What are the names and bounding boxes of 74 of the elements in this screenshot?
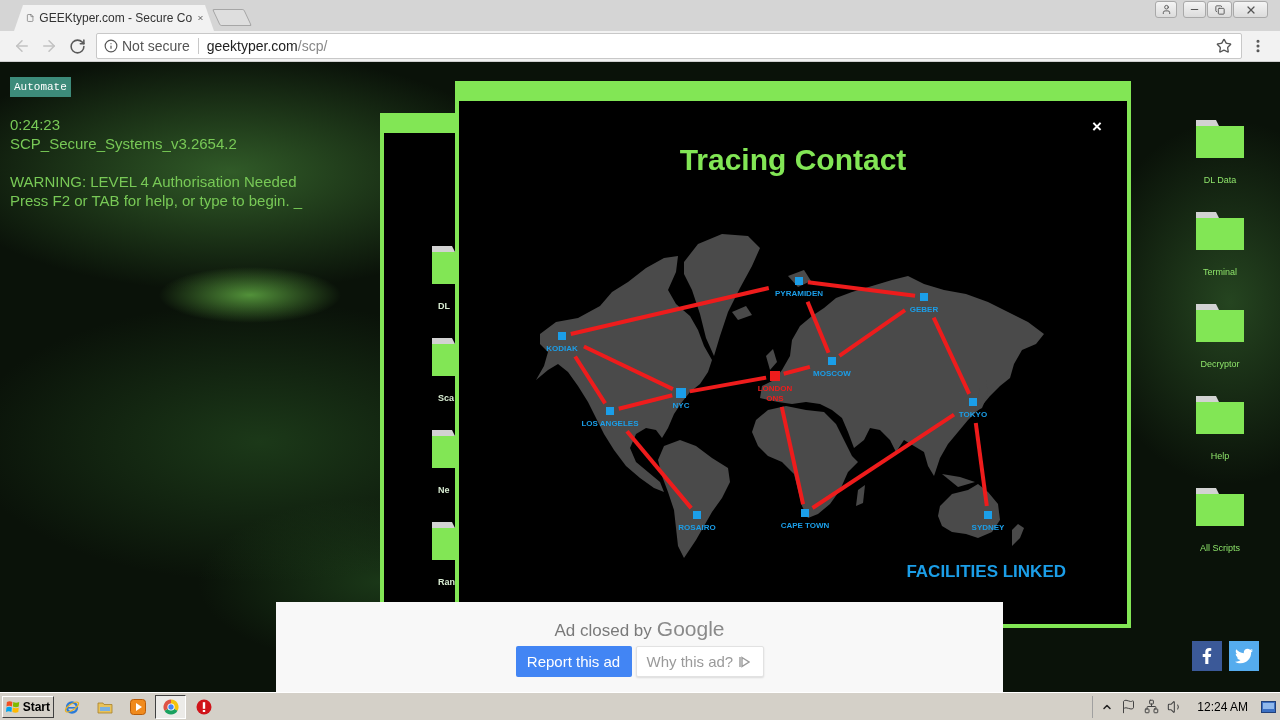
status-text: FACILITIES LINKED: [906, 562, 1066, 582]
folder-label: DL Data: [1203, 174, 1237, 186]
island-drawing: [856, 485, 865, 506]
folder-label: Sca: [438, 392, 454, 404]
info-icon[interactable]: [104, 39, 118, 53]
start-button[interactable]: Start: [2, 695, 54, 718]
connection-line: [805, 301, 831, 354]
user-icon: [1160, 4, 1172, 15]
orbit-logo-icon: [63, 698, 80, 715]
restore-icon: [1214, 4, 1225, 15]
browser-tab[interactable]: GEEKtyper.com - Secure Co: [14, 5, 214, 31]
island-drawing: [732, 306, 752, 320]
folder-label: Terminal: [1203, 266, 1237, 278]
star-icon[interactable]: [1216, 38, 1232, 54]
report-ad-button[interactable]: Report this ad: [515, 646, 632, 677]
console-line: Press F2 or TAB for help, or type to begin. _: [10, 191, 303, 210]
console-line: WARNING: LEVEL 4 Authorisation Needed: [10, 172, 297, 191]
security-label: Not secure: [122, 38, 190, 54]
brand-wordmark: Google: [656, 617, 725, 641]
flag-logo-icon: [6, 699, 20, 714]
connection-line: [618, 393, 673, 411]
city-label: LONDON: [757, 384, 793, 393]
flag-icon[interactable]: [1121, 699, 1137, 714]
city-label: SYDNEY: [971, 523, 1005, 532]
restore-button[interactable]: [1207, 1, 1232, 18]
island-drawing: [1012, 524, 1024, 546]
close-window-button[interactable]: [1233, 1, 1268, 18]
share-button[interactable]: [1192, 641, 1222, 671]
folder-icon[interactable]: [1196, 120, 1244, 158]
city-label: PYRAMIDEN: [775, 289, 823, 298]
island-drawing: [766, 349, 777, 370]
folder-label: Decryptor: [1200, 358, 1240, 370]
profile-button[interactable]: [1155, 1, 1177, 18]
city-label: CAPE TOWN: [780, 521, 830, 530]
clock-text: 12:24 AM: [1197, 699, 1248, 714]
city-label: TOKYO: [958, 410, 988, 419]
network-icon[interactable]: [1144, 699, 1160, 714]
circle-logo-icon: [162, 698, 179, 715]
ad-closed-text: Ad closed by: [554, 621, 652, 641]
folder-label: Help: [1210, 450, 1230, 462]
folder-icon[interactable]: [1196, 396, 1244, 434]
city-label: ROSAIRO: [678, 523, 716, 532]
console-line: SCP_Secure_Systems_v3.2654.2: [10, 134, 237, 153]
alert-icon: [195, 698, 212, 715]
address-field[interactable]: Not secure geektyper.com/scp/: [96, 33, 1242, 59]
folder-label: DL: [438, 300, 450, 312]
folder-icon[interactable]: [1196, 488, 1244, 526]
island-drawing: [942, 474, 975, 487]
city-label: MOSCOW: [813, 369, 851, 378]
close-button[interactable]: ×: [1092, 118, 1102, 136]
close-icon[interactable]: [197, 13, 204, 23]
city-label: GEBER: [909, 305, 939, 314]
city-label: ONS: [766, 394, 784, 403]
connection-line: [838, 308, 907, 358]
folder-label: Ran: [438, 576, 455, 588]
city-label: NYC: [672, 401, 690, 410]
desktop-icon[interactable]: [1261, 700, 1276, 713]
folder-label: Ne: [438, 484, 450, 496]
connection-line: [783, 364, 811, 376]
play-outline-icon: [739, 655, 751, 668]
play-icon: [129, 698, 146, 715]
page-icon: [26, 12, 35, 24]
reload-icon[interactable]: [69, 37, 86, 55]
taskbar-app-button[interactable]: [155, 694, 186, 719]
folder-icon[interactable]: [1196, 304, 1244, 342]
bird-icon: [1235, 647, 1253, 665]
folder-label: All Scripts: [1200, 542, 1240, 554]
console-line: 0:24:23: [10, 115, 61, 134]
url-text: geektyper.com/scp/: [206, 38, 328, 54]
automate-button[interactable]: Automate: [10, 77, 71, 97]
city-label: LOS ANGELES: [581, 419, 639, 428]
dialog-title: Tracing Contact: [679, 142, 907, 178]
folder-icon[interactable]: [1196, 212, 1244, 250]
city-label: KODIAK: [546, 344, 578, 353]
